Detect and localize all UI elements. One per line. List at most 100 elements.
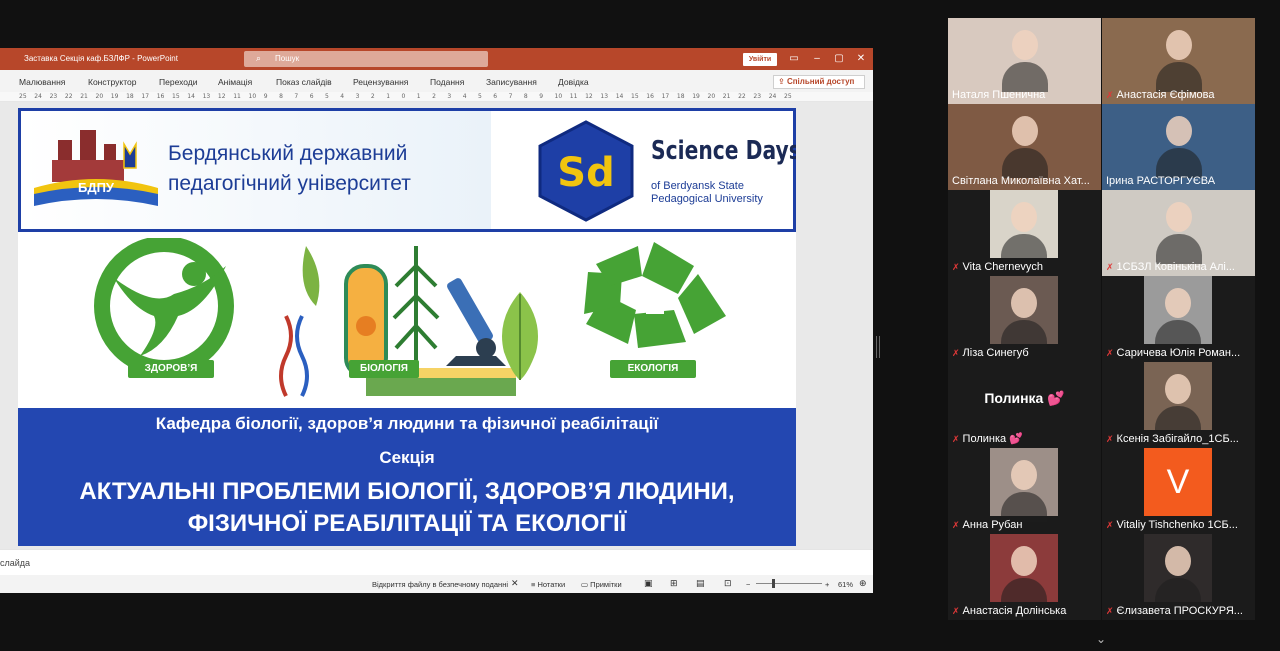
zoom-slider[interactable] — [756, 583, 822, 584]
comment-icon: ▭ — [581, 580, 591, 589]
splitter-handle[interactable] — [876, 336, 880, 358]
ruler-number: 17 — [661, 93, 670, 100]
participant-tile[interactable]: ✗ Анна Рубан — [948, 448, 1101, 534]
participant-text-avatar: Полинка 💕 — [984, 390, 1065, 406]
close-banner-icon[interactable]: ✕ — [511, 578, 519, 589]
label-health: ЗДОРОВ’Я — [128, 360, 214, 378]
normal-view-icon[interactable]: ▣ — [644, 578, 653, 589]
participant-video — [990, 534, 1058, 608]
tab-slideshow[interactable]: Показ слайдів — [276, 77, 332, 87]
participant-name: ✗ Анастасія Долінська — [952, 605, 1097, 617]
reading-view-icon[interactable]: ▤ — [696, 578, 705, 589]
search-box[interactable]: ⌕ Пошук — [244, 51, 488, 67]
label-biology: БІОЛОГІЯ — [349, 360, 419, 378]
participant-name: ✗ Анастасія Єфімова — [1106, 89, 1251, 101]
restore-icon[interactable]: ▢ — [832, 52, 846, 66]
ppt-title-bar: Заставка Секція каф.БЗЛФР - PowerPoint ⌕… — [0, 48, 873, 70]
tab-help[interactable]: Довідка — [558, 77, 589, 87]
ecology-recycling-icon — [584, 242, 726, 348]
person-silhouette-icon — [1165, 202, 1192, 232]
participant-tile[interactable]: ✗ Анастасія Єфімова — [1102, 18, 1255, 104]
participant-letter-avatar: V — [1144, 448, 1212, 516]
participant-tile[interactable]: ✗ Ксенія Забігайло_1СБ... — [1102, 362, 1255, 448]
person-silhouette-icon — [1011, 30, 1038, 60]
person-body-icon — [1001, 148, 1048, 178]
minimize-icon[interactable]: – — [810, 52, 824, 66]
slide-editor: БДПУ Бердянський державний педагогічний … — [0, 102, 873, 549]
ruler-number: 1 — [416, 93, 421, 100]
tab-transitions[interactable]: Переходи — [159, 77, 198, 87]
ruler-number: 24 — [768, 93, 777, 100]
section-label: Секція — [379, 448, 435, 467]
ribbon-display-icon[interactable]: ▭ — [787, 52, 801, 66]
search-icon: ⌕ — [256, 53, 262, 63]
ruler-number: 23 — [49, 93, 58, 100]
ruler-number: 21 — [80, 93, 88, 100]
horizontal-ruler: 25 24 23 22 21 20 19 18 17 16 15 14 13 12 11 10 9 8 7 6 5 4 3 2… — [0, 92, 873, 102]
participant-name-text: Ліза Синегуб — [962, 347, 1029, 359]
participant-tile[interactable]: Ірина РАСТОРГУЄВА — [1102, 104, 1255, 190]
zoom-in-button[interactable]: + — [825, 580, 829, 589]
ruler-number: 14 — [615, 93, 624, 100]
zoom-out-button[interactable]: − — [746, 580, 750, 589]
comments-label: Примітки — [590, 580, 622, 589]
participant-tile[interactable]: ✗ 1СБЗЛ Ковінькіна Алі... — [1102, 190, 1255, 276]
slideshow-icon[interactable]: ⊡ — [724, 578, 732, 589]
notes-pane[interactable]: слайда — [0, 549, 873, 575]
ruler-number: 15 — [172, 93, 180, 100]
ruler-number: 22 — [738, 93, 746, 100]
participant-tile[interactable]: ✗ Єлизавета ПРОСКУРЯ... — [1102, 534, 1255, 620]
participant-tile[interactable]: ✗ Саричева Юлія Роман... — [1102, 276, 1255, 362]
ruler-number: 25 — [19, 93, 27, 100]
person-silhouette-icon — [1011, 288, 1037, 318]
muted-mic-icon: ✗ — [1106, 348, 1114, 358]
ruler-number: 1 — [386, 93, 391, 100]
participant-tile[interactable]: ✗ Ліза Синегуб — [948, 276, 1101, 362]
slide-sorter-icon[interactable]: ⊞ — [670, 578, 678, 589]
tab-animations[interactable]: Анімація — [218, 77, 252, 87]
person-silhouette-icon — [1165, 30, 1192, 60]
leaf-icon — [502, 292, 538, 380]
comments-button[interactable]: ▭ Примітки — [581, 580, 622, 589]
muted-mic-icon: ✗ — [1106, 90, 1114, 100]
zoom-slider-thumb[interactable] — [772, 579, 775, 588]
participant-tile[interactable]: Полинка 💕 ✗ Полинка 💕 — [948, 362, 1101, 448]
person-body-icon — [1001, 234, 1047, 264]
participant-tile[interactable]: Наталя Пшенична — [948, 18, 1101, 104]
fit-slide-icon[interactable]: ⊕ — [859, 578, 867, 589]
tab-design[interactable]: Конструктор — [88, 77, 136, 87]
participant-name-text: Vitaliy Tishchenko 1СБ... — [1116, 519, 1238, 531]
person-silhouette-icon — [1011, 202, 1037, 232]
tab-draw[interactable]: Малювання — [19, 77, 65, 87]
person-silhouette-icon — [1011, 546, 1037, 576]
slide-canvas[interactable]: БДПУ Бердянський державний педагогічний … — [18, 108, 796, 546]
tab-review[interactable]: Рецензування — [353, 77, 408, 87]
participant-tile[interactable]: Світлана Миколаївна Хат... — [948, 104, 1101, 190]
participant-tile[interactable]: ✗ Анастасія Долінська — [948, 534, 1101, 620]
signin-button[interactable]: Увійти — [743, 53, 777, 66]
ruler-number: 22 — [64, 93, 73, 100]
notes-button[interactable]: ≡ Нотатки — [531, 580, 565, 589]
university-name-line2: педагогічний університет — [168, 172, 411, 195]
close-icon[interactable]: ✕ — [854, 52, 868, 66]
ruler-number: 15 — [631, 93, 639, 100]
muted-mic-icon: ✗ — [1106, 606, 1114, 616]
participant-name-text: Саричева Юлія Роман... — [1116, 347, 1241, 359]
tab-view[interactable]: Подання — [430, 77, 464, 87]
tab-record[interactable]: Записування — [486, 77, 537, 87]
zoom-level[interactable]: 61% — [838, 580, 853, 589]
chevron-down-icon[interactable]: ⌄ — [1093, 633, 1109, 645]
ruler-number: 21 — [722, 93, 731, 100]
participant-name-text: Світлана Миколаївна Хат... — [952, 175, 1090, 187]
participant-tile[interactable]: V ✗ Vitaliy Tishchenko 1СБ... — [1102, 448, 1255, 534]
ruler-number: 19 — [110, 93, 119, 100]
ruler-number: 17 — [141, 93, 150, 100]
person-silhouette-icon — [1011, 460, 1037, 490]
participant-tile[interactable]: ✗ Vita Chernevych — [948, 190, 1101, 276]
muted-mic-icon: ✗ — [952, 606, 960, 616]
participant-video — [1144, 276, 1212, 350]
muted-mic-icon: ✗ — [952, 262, 960, 272]
participant-name-text: Анастасія Долінська — [962, 605, 1067, 617]
person-body-icon — [1001, 578, 1047, 608]
share-button[interactable]: ⇪ Спільний доступ — [773, 75, 865, 89]
